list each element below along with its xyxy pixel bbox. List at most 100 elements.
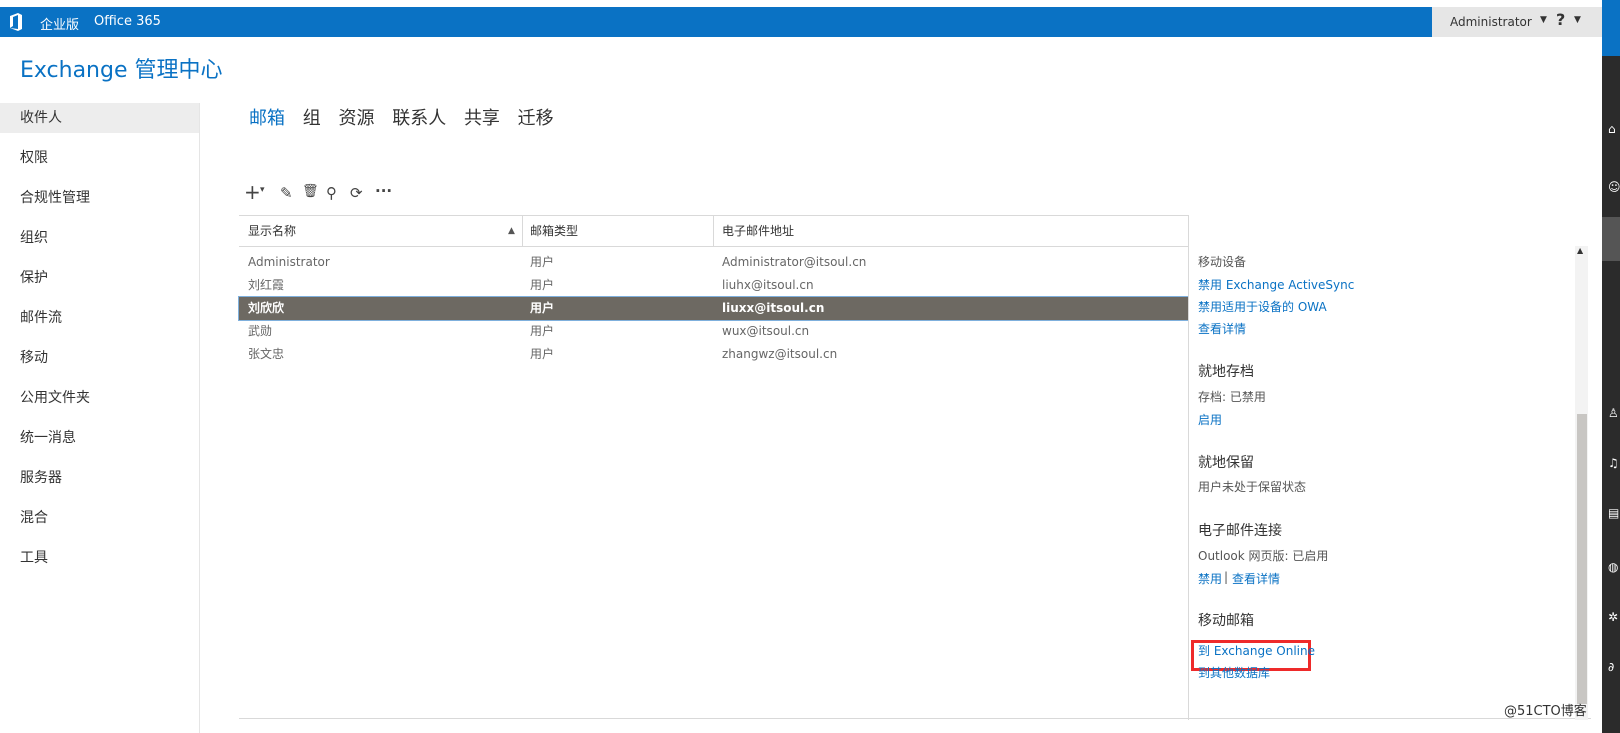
help-button[interactable]: ? xyxy=(1556,10,1565,29)
cell-display-name: Administrator xyxy=(248,255,330,269)
cell-mailbox-type: 用户 xyxy=(530,255,555,269)
chevron-down-icon[interactable]: ▼ xyxy=(1540,15,1547,25)
office365-link[interactable]: Office 365 xyxy=(94,14,161,29)
details-divider xyxy=(1188,215,1189,720)
right-app-rail: ⌂ ☺ ♙ ♫ ▤ ◍ ✲ ∂ xyxy=(1602,0,1620,733)
column-separator xyxy=(713,216,714,246)
globe-icon[interactable]: ◍ xyxy=(1608,560,1618,574)
cell-mailbox-type: 用户 xyxy=(530,301,555,315)
nav-item-mail-flow[interactable]: 邮件流 xyxy=(0,303,199,333)
owa-status: Outlook 网页版: 已启用 xyxy=(1198,549,1329,563)
edit-icon[interactable]: ✎ xyxy=(280,184,293,202)
hold-status: 用户未处于保留状态 xyxy=(1198,480,1307,494)
nav-item-unified-messaging[interactable]: 统一消息 xyxy=(0,423,199,453)
chevron-down-icon[interactable]: ▼ xyxy=(1574,15,1581,25)
office-logo-icon[interactable] xyxy=(8,13,24,31)
edition-label[interactable]: 企业版 xyxy=(40,14,79,33)
disable-owa-link[interactable]: 禁用 xyxy=(1198,570,1222,587)
archive-heading: 就地存档 xyxy=(1198,364,1254,380)
link-separator: | xyxy=(1224,570,1229,584)
mobile-devices-label: 移动设备 xyxy=(1198,255,1247,269)
table-row[interactable]: 张文忠 用户 zhangwz@itsoul.cn xyxy=(239,343,1188,366)
cell-email: wux@itsoul.cn xyxy=(722,324,810,338)
search-icon[interactable]: ⚲ xyxy=(326,184,337,202)
scroll-thumb[interactable] xyxy=(1577,414,1587,704)
details-pane: 移动设备 禁用 Exchange ActiveSync 禁用适用于设备的 OWA… xyxy=(1190,246,1575,720)
view-details-link[interactable]: 查看详情 xyxy=(1198,320,1246,337)
table-row[interactable]: 武勋 用户 wux@itsoul.cn xyxy=(239,320,1188,343)
move-to-other-database-link[interactable]: 到其他数据库 xyxy=(1198,664,1270,681)
tab-groups[interactable]: 组 xyxy=(303,108,321,129)
left-nav: 收件人 权限 合规性管理 组织 保护 邮件流 移动 公用文件夹 统一消息 服务器… xyxy=(0,103,200,733)
nav-item-public-folders[interactable]: 公用文件夹 xyxy=(0,383,199,413)
rail-selected-item[interactable] xyxy=(1602,217,1620,261)
cell-display-name: 刘欣欣 xyxy=(248,301,285,315)
top-bar: 企业版 Office 365 Administrator ▼ ? ▼ xyxy=(0,7,1602,37)
link-icon[interactable]: ∂ xyxy=(1608,660,1614,674)
tab-contacts[interactable]: 联系人 xyxy=(392,108,446,129)
tab-resources[interactable]: 资源 xyxy=(338,108,374,129)
column-header-email[interactable]: 电子邮件地址 xyxy=(722,216,794,246)
table-header: 显示名称 ▲ 邮箱类型 电子邮件地址 xyxy=(239,215,1188,247)
add-icon[interactable]: + xyxy=(244,180,261,204)
tab-shared[interactable]: 共享 xyxy=(464,108,500,129)
cell-email: Administrator@itsoul.cn xyxy=(722,255,867,269)
nav-item-servers[interactable]: 服务器 xyxy=(0,463,199,493)
nav-item-organization[interactable]: 组织 xyxy=(0,223,199,253)
bell-icon[interactable]: ♫ xyxy=(1608,456,1619,470)
user-menu[interactable]: Administrator ▼ ? ▼ xyxy=(1432,7,1602,37)
cell-display-name: 武勋 xyxy=(248,324,273,338)
disable-owa-devices-link[interactable]: 禁用适用于设备的 OWA xyxy=(1198,298,1327,315)
hold-heading: 就地保留 xyxy=(1198,455,1254,471)
nav-item-tools[interactable]: 工具 xyxy=(0,543,199,573)
archive-status: 存档: 已禁用 xyxy=(1198,390,1266,404)
cell-display-name: 刘红霞 xyxy=(248,278,285,292)
details-scrollbar[interactable]: ▲ xyxy=(1575,246,1588,720)
cell-mailbox-type: 用户 xyxy=(530,347,555,361)
column-header-mailbox-type[interactable]: 邮箱类型 xyxy=(530,216,578,246)
recipient-tabs: 邮箱 组 资源 联系人 共享 迁移 xyxy=(249,104,566,134)
email-connectivity-heading: 电子邮件连接 xyxy=(1198,523,1282,539)
cell-display-name: 张文忠 xyxy=(248,347,285,361)
document-icon[interactable]: ▤ xyxy=(1608,506,1619,520)
view-details-link[interactable]: 查看详情 xyxy=(1232,570,1280,587)
cell-email: liuhx@itsoul.cn xyxy=(722,278,814,292)
nav-item-compliance[interactable]: 合规性管理 xyxy=(0,183,199,213)
sort-ascending-icon[interactable]: ▲ xyxy=(508,216,515,246)
nav-item-mobile[interactable]: 移动 xyxy=(0,343,199,373)
column-header-display-name[interactable]: 显示名称 xyxy=(248,216,296,246)
tab-migration[interactable]: 迁移 xyxy=(518,108,554,129)
person-icon[interactable]: ☺ xyxy=(1608,180,1620,194)
cell-email: zhangwz@itsoul.cn xyxy=(722,347,838,361)
disable-activesync-link[interactable]: 禁用 Exchange ActiveSync xyxy=(1198,276,1354,293)
column-separator xyxy=(522,216,523,246)
nav-item-hybrid[interactable]: 混合 xyxy=(0,503,199,533)
watermark: @51CTO博客 xyxy=(1504,704,1587,719)
table-row-selected[interactable]: 刘欣欣 用户 liuxx@itsoul.cn xyxy=(238,296,1189,321)
top-strip xyxy=(0,0,1620,7)
refresh-icon[interactable]: ⟳ xyxy=(350,184,363,202)
nav-item-recipients[interactable]: 收件人 xyxy=(0,103,199,133)
chevron-down-icon[interactable]: ▾ xyxy=(260,185,265,195)
more-icon[interactable]: ··· xyxy=(375,182,392,200)
cell-mailbox-type: 用户 xyxy=(530,324,555,338)
table-row[interactable]: Administrator 用户 Administrator@itsoul.cn xyxy=(239,251,1188,274)
nav-item-permissions[interactable]: 权限 xyxy=(0,143,199,173)
table-row[interactable]: 刘红霞 用户 liuhx@itsoul.cn xyxy=(239,274,1188,297)
enable-archive-link[interactable]: 启用 xyxy=(1198,411,1222,428)
trash-icon[interactable]: 🗑 xyxy=(302,184,319,199)
gear-icon[interactable]: ✲ xyxy=(1608,610,1618,624)
nav-item-protection[interactable]: 保护 xyxy=(0,263,199,293)
app-launcher[interactable] xyxy=(1602,0,1620,56)
cell-mailbox-type: 用户 xyxy=(530,278,555,292)
home-icon[interactable]: ⌂ xyxy=(1608,122,1616,136)
tab-mailboxes[interactable]: 邮箱 xyxy=(249,108,285,129)
move-to-exchange-online-link[interactable]: 到 Exchange Online xyxy=(1198,642,1315,659)
cell-email: liuxx@itsoul.cn xyxy=(722,301,825,315)
person-icon[interactable]: ♙ xyxy=(1608,406,1619,420)
scroll-up-icon[interactable]: ▲ xyxy=(1577,246,1583,255)
mailbox-table: 显示名称 ▲ 邮箱类型 电子邮件地址 Administrator 用户 Admi… xyxy=(238,215,1591,720)
app-title: Exchange 管理中心 xyxy=(20,58,223,83)
user-name[interactable]: Administrator xyxy=(1450,15,1532,29)
move-mailbox-heading: 移动邮箱 xyxy=(1198,613,1254,629)
